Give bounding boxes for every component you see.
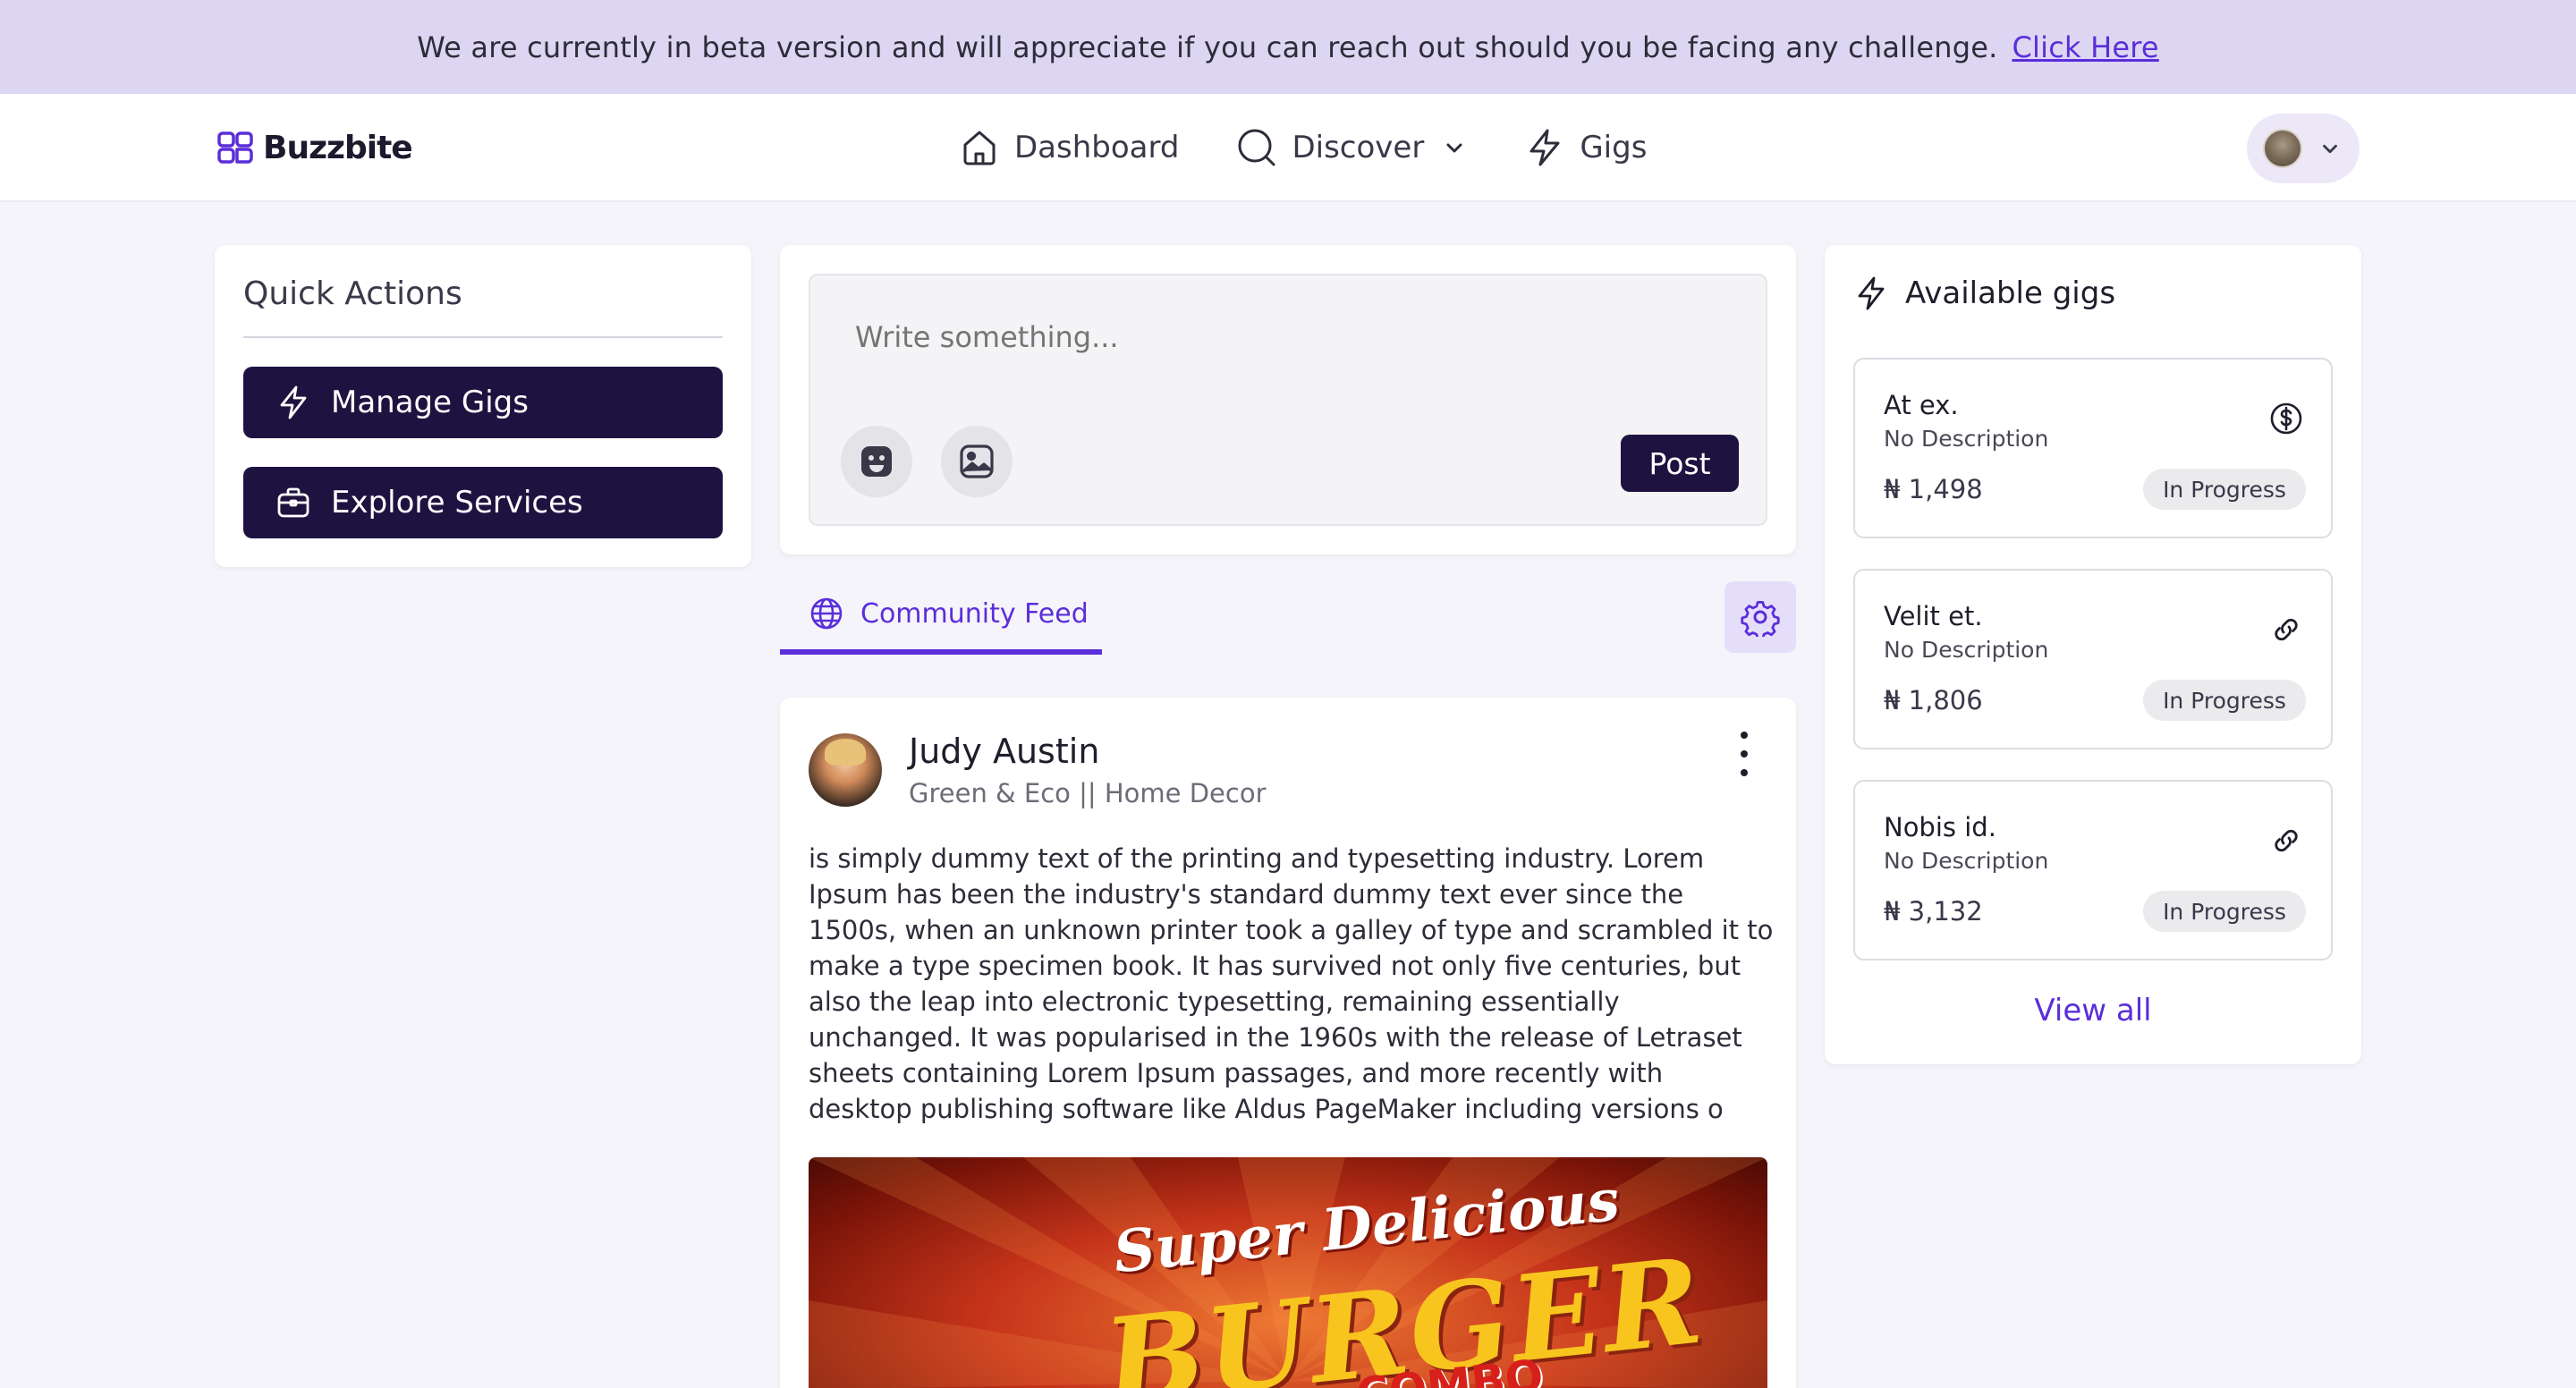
beta-banner: We are currently in beta version and wil… bbox=[0, 0, 2576, 94]
lightning-icon bbox=[1530, 129, 1560, 166]
brand-logo-icon bbox=[217, 131, 253, 164]
feed-post-card: Judy Austin Green & Eco || Home Decor is… bbox=[780, 698, 1796, 1388]
banner-message: We are currently in beta version and wil… bbox=[417, 30, 1998, 64]
post-author-category: Green & Eco || Home Decor bbox=[909, 778, 1267, 808]
more-dots-icon bbox=[1741, 732, 1748, 739]
post-author-avatar[interactable] bbox=[809, 733, 882, 807]
brand-name: Buzzbite bbox=[263, 129, 413, 166]
dollar-circle-icon bbox=[2270, 402, 2302, 435]
status-badge: In Progress bbox=[2143, 469, 2306, 510]
status-badge: In Progress bbox=[2143, 680, 2306, 721]
gig-price: ₦ 3,132 bbox=[1884, 896, 1983, 927]
quick-actions-card: Quick Actions Manage Gigs Explore Servic… bbox=[215, 245, 751, 567]
manage-gigs-button[interactable]: Manage Gigs bbox=[243, 367, 723, 438]
chevron-down-icon bbox=[1446, 143, 1462, 153]
top-nav: Buzzbite Dashboard Discover Gigs bbox=[0, 94, 2576, 202]
gear-icon bbox=[1741, 601, 1780, 637]
gig-description: No Description bbox=[1884, 637, 2049, 663]
lightning-icon bbox=[1858, 276, 1885, 310]
divider bbox=[243, 336, 723, 338]
explore-services-button[interactable]: Explore Services bbox=[243, 467, 723, 538]
gig-title: Nobis id. bbox=[1884, 812, 1996, 842]
manage-gigs-label: Manage Gigs bbox=[331, 385, 529, 420]
search-icon bbox=[1238, 129, 1275, 166]
feed-settings-button[interactable] bbox=[1724, 581, 1796, 653]
nav-discover-label: Discover bbox=[1292, 130, 1425, 165]
link-icon bbox=[2275, 829, 2298, 852]
gig-card[interactable]: Nobis id. No Description ₦ 3,132 In Prog… bbox=[1853, 780, 2333, 961]
gig-card[interactable]: At ex. No Description ₦ 1,498 In Progres… bbox=[1853, 358, 2333, 538]
briefcase-icon bbox=[277, 487, 309, 518]
gig-title: At ex. bbox=[1884, 390, 1959, 420]
emoji-icon bbox=[861, 446, 892, 477]
nav-discover[interactable]: Discover bbox=[1236, 127, 1467, 168]
view-all-gigs-link[interactable]: View all bbox=[1825, 993, 2361, 1028]
post-options-button[interactable] bbox=[1735, 732, 1753, 776]
gigs-header: Available gigs bbox=[1853, 275, 2115, 311]
gigs-title: Available gigs bbox=[1905, 275, 2116, 311]
gig-title: Velit et. bbox=[1884, 601, 1983, 631]
emoji-button[interactable] bbox=[841, 426, 912, 497]
post-input[interactable] bbox=[855, 320, 1660, 354]
tab-community-feed-label: Community Feed bbox=[860, 597, 1089, 630]
lightning-icon bbox=[280, 385, 307, 419]
nav-gigs-label: Gigs bbox=[1580, 130, 1648, 165]
quick-actions-title: Quick Actions bbox=[243, 275, 462, 312]
post-author-name[interactable]: Judy Austin bbox=[909, 732, 1099, 771]
available-gigs-card: Available gigs At ex. No Description ₦ 1… bbox=[1825, 245, 2361, 1064]
gig-price: ₦ 1,806 bbox=[1884, 685, 1983, 715]
nav-dashboard[interactable]: Dashboard bbox=[959, 127, 1179, 168]
nav-dashboard-label: Dashboard bbox=[1014, 130, 1180, 165]
gig-card[interactable]: Velit et. No Description ₦ 1,806 In Prog… bbox=[1853, 569, 2333, 749]
avatar bbox=[2263, 129, 2302, 168]
link-icon bbox=[2275, 618, 2298, 641]
gig-description: No Description bbox=[1884, 848, 2049, 874]
post-composer-card: Post bbox=[780, 245, 1796, 554]
post-body-text: is simply dummy text of the printing and… bbox=[809, 843, 1774, 1124]
gig-description: No Description bbox=[1884, 426, 2049, 452]
banner-link[interactable]: Click Here bbox=[2012, 30, 2158, 64]
tab-community-feed[interactable]: Community Feed bbox=[780, 578, 1102, 655]
image-upload-button[interactable] bbox=[941, 426, 1013, 497]
post-image[interactable]: Super Delicious BURGER COMBO bbox=[809, 1157, 1767, 1388]
post-button[interactable]: Post bbox=[1621, 435, 1739, 492]
main-nav: Dashboard Discover Gigs bbox=[959, 121, 1704, 174]
status-badge: In Progress bbox=[2143, 891, 2306, 932]
logo[interactable]: Buzzbite bbox=[216, 126, 413, 169]
image-icon bbox=[960, 444, 994, 478]
profile-menu[interactable] bbox=[2247, 114, 2360, 183]
chevron-down-icon bbox=[2323, 144, 2337, 154]
explore-services-label: Explore Services bbox=[331, 485, 583, 520]
globe-icon bbox=[810, 597, 843, 630]
home-icon bbox=[963, 131, 996, 165]
composer-box: Post bbox=[809, 274, 1767, 526]
gig-price: ₦ 1,498 bbox=[1884, 474, 1983, 504]
nav-gigs[interactable]: Gigs bbox=[1524, 127, 1647, 168]
